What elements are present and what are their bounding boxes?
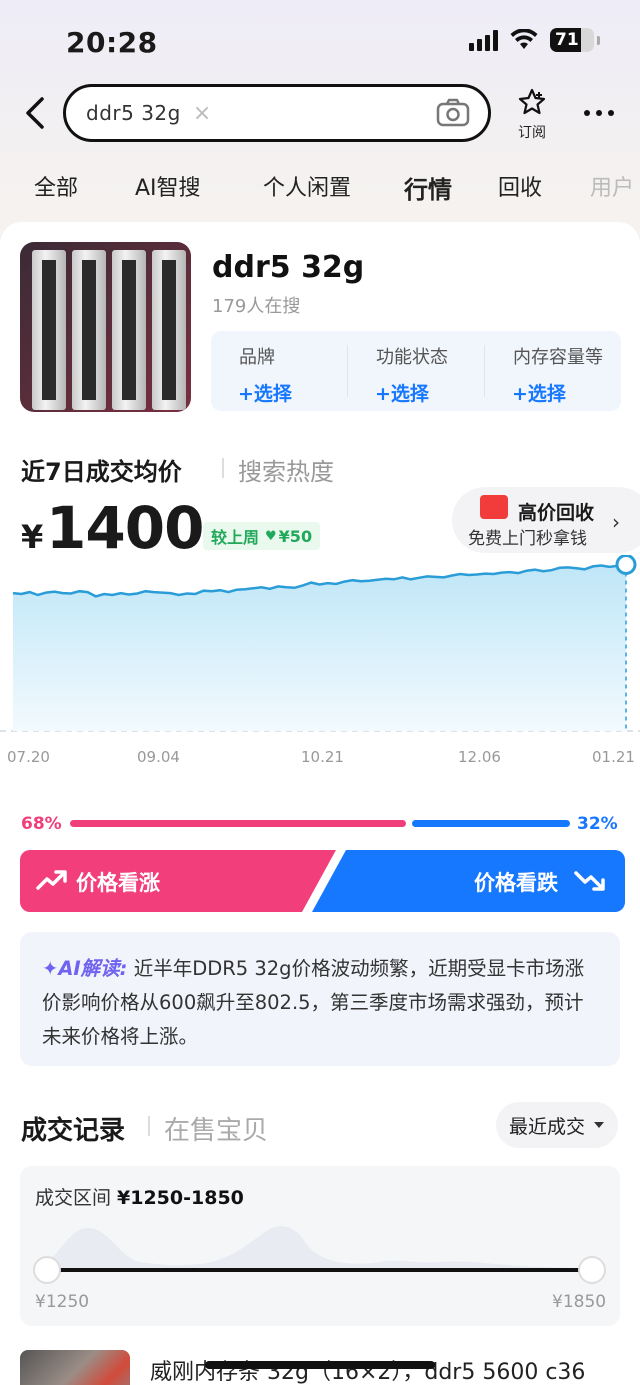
sort-caret-icon [594, 1122, 604, 1128]
down-share-bar [412, 820, 570, 827]
searching-count: 179人在搜 [212, 296, 301, 317]
wifi-icon [510, 29, 538, 49]
ai-tag: ✦AI解读: [42, 957, 128, 980]
x-tick-label: 09.04 [137, 748, 180, 766]
record-item-title[interactable]: 威刚内存条 32g（16×2），ddr5 5600 c36 [150, 1354, 585, 1385]
filter-label: 内存容量等 [513, 347, 603, 368]
more-icon[interactable] [584, 110, 614, 116]
tab-personal[interactable]: 个人闲置 [263, 170, 351, 202]
down-percentage: 32% [577, 814, 618, 834]
down-heart-icon: ♥ [265, 528, 277, 544]
vote-up-label[interactable]: 价格看涨 [76, 867, 160, 897]
x-tick-label: 01.21 [592, 748, 635, 766]
filter-select[interactable]: +选择 [485, 379, 621, 406]
filter-capacity[interactable]: 内存容量等 +选择 [485, 343, 621, 406]
compare-label: 较上周 [211, 528, 260, 547]
filter-label: 品牌 [239, 347, 275, 368]
price-currency: ¥ [21, 518, 44, 556]
filter-function[interactable]: 功能状态 +选择 [348, 343, 484, 406]
recycle-subtitle: 免费上门秒拿钱 [468, 529, 587, 549]
search-input[interactable]: ddr5 32g × [63, 84, 491, 142]
search-query: ddr5 32g [86, 101, 181, 125]
home-indicator [205, 1361, 435, 1369]
red-packet-icon [480, 495, 508, 519]
chart-current-point [615, 555, 637, 575]
filter-brand[interactable]: 品牌 +选择 [211, 343, 347, 406]
filter-select[interactable]: +选择 [211, 379, 347, 406]
divider [148, 1116, 150, 1136]
range-value: ¥1250-1850 [117, 1187, 244, 1209]
subscribe-button[interactable]: 订阅 [512, 88, 552, 142]
range-label: 成交区间 [35, 1187, 112, 1209]
tab-all[interactable]: 全部 [34, 170, 78, 202]
product-image[interactable] [20, 242, 191, 412]
divider [222, 458, 224, 478]
status-icons: 71 [469, 28, 600, 52]
filter-panel: 品牌 +选择 功能状态 +选择 内存容量等 +选择 [211, 331, 621, 411]
tab-deal-records[interactable]: 成交记录 [21, 1110, 126, 1147]
battery-icon: 71 [550, 28, 594, 52]
tab-on-sale[interactable]: 在售宝贝 [164, 1110, 268, 1147]
chart-area [13, 564, 626, 731]
subscribe-label: 订阅 [518, 125, 546, 141]
tab-ai-search[interactable]: AI智搜 [135, 170, 201, 202]
range-min-label: ¥1250 [35, 1292, 90, 1312]
ai-insight: ✦AI解读: 近半年DDR5 32g价格波动频繁，近期受显卡市场涨价影响价格从6… [42, 952, 602, 1054]
recycle-button[interactable]: 高价回收 免费上门秒拿钱 › [452, 487, 640, 553]
subscribe-star-icon [518, 88, 546, 115]
vote-down-label[interactable]: 价格看跌 [474, 867, 558, 897]
clear-search-icon[interactable]: × [193, 101, 211, 126]
range-max-handle[interactable] [578, 1256, 606, 1284]
compare-value: ¥50 [278, 526, 313, 546]
vote-down-button [312, 850, 625, 912]
battery-level: 71 [555, 30, 579, 50]
product-title: ddr5 32g [212, 250, 365, 285]
tab-recycle[interactable]: 回收 [498, 170, 542, 202]
price-trend-chart[interactable] [0, 555, 640, 745]
tab-users[interactable]: 用户 [590, 170, 634, 202]
camera-icon[interactable] [436, 98, 470, 128]
record-item-image[interactable] [20, 1350, 130, 1385]
back-icon[interactable] [22, 96, 52, 130]
tab-search-heat[interactable]: 搜索热度 [238, 452, 334, 487]
x-tick-label: 07.20 [7, 748, 50, 766]
up-percentage: 68% [21, 814, 62, 834]
recycle-title: 高价回收 [518, 502, 595, 524]
sort-label: 最近成交 [508, 1115, 585, 1138]
status-time: 20:28 [66, 26, 158, 59]
x-tick-label: 12.06 [458, 748, 501, 766]
filter-select[interactable]: +选择 [348, 379, 484, 406]
price-range: 成交区间 ¥1250-1850 [35, 1183, 244, 1210]
category-tabs: 全部 AI智搜 个人闲置 行情 回收 用户 [0, 170, 640, 204]
range-min-handle[interactable] [33, 1256, 61, 1284]
tab-market[interactable]: 行情 [404, 170, 452, 205]
up-share-bar [70, 820, 406, 827]
sort-dropdown[interactable]: 最近成交 [496, 1102, 618, 1148]
tab-avg-price[interactable]: 近7日成交均价 [21, 452, 182, 487]
signal-icon [469, 29, 498, 51]
filter-label: 功能状态 [376, 347, 448, 368]
avg-price: 1400 [46, 494, 204, 562]
vote-up-button [20, 850, 336, 912]
range-max-label: ¥1850 [552, 1292, 607, 1312]
price-change-badge: 较上周 ♥ ¥50 [203, 522, 321, 550]
x-tick-label: 10.21 [301, 748, 344, 766]
chevron-right-icon: › [612, 510, 620, 534]
range-slider-track[interactable] [47, 1268, 592, 1272]
